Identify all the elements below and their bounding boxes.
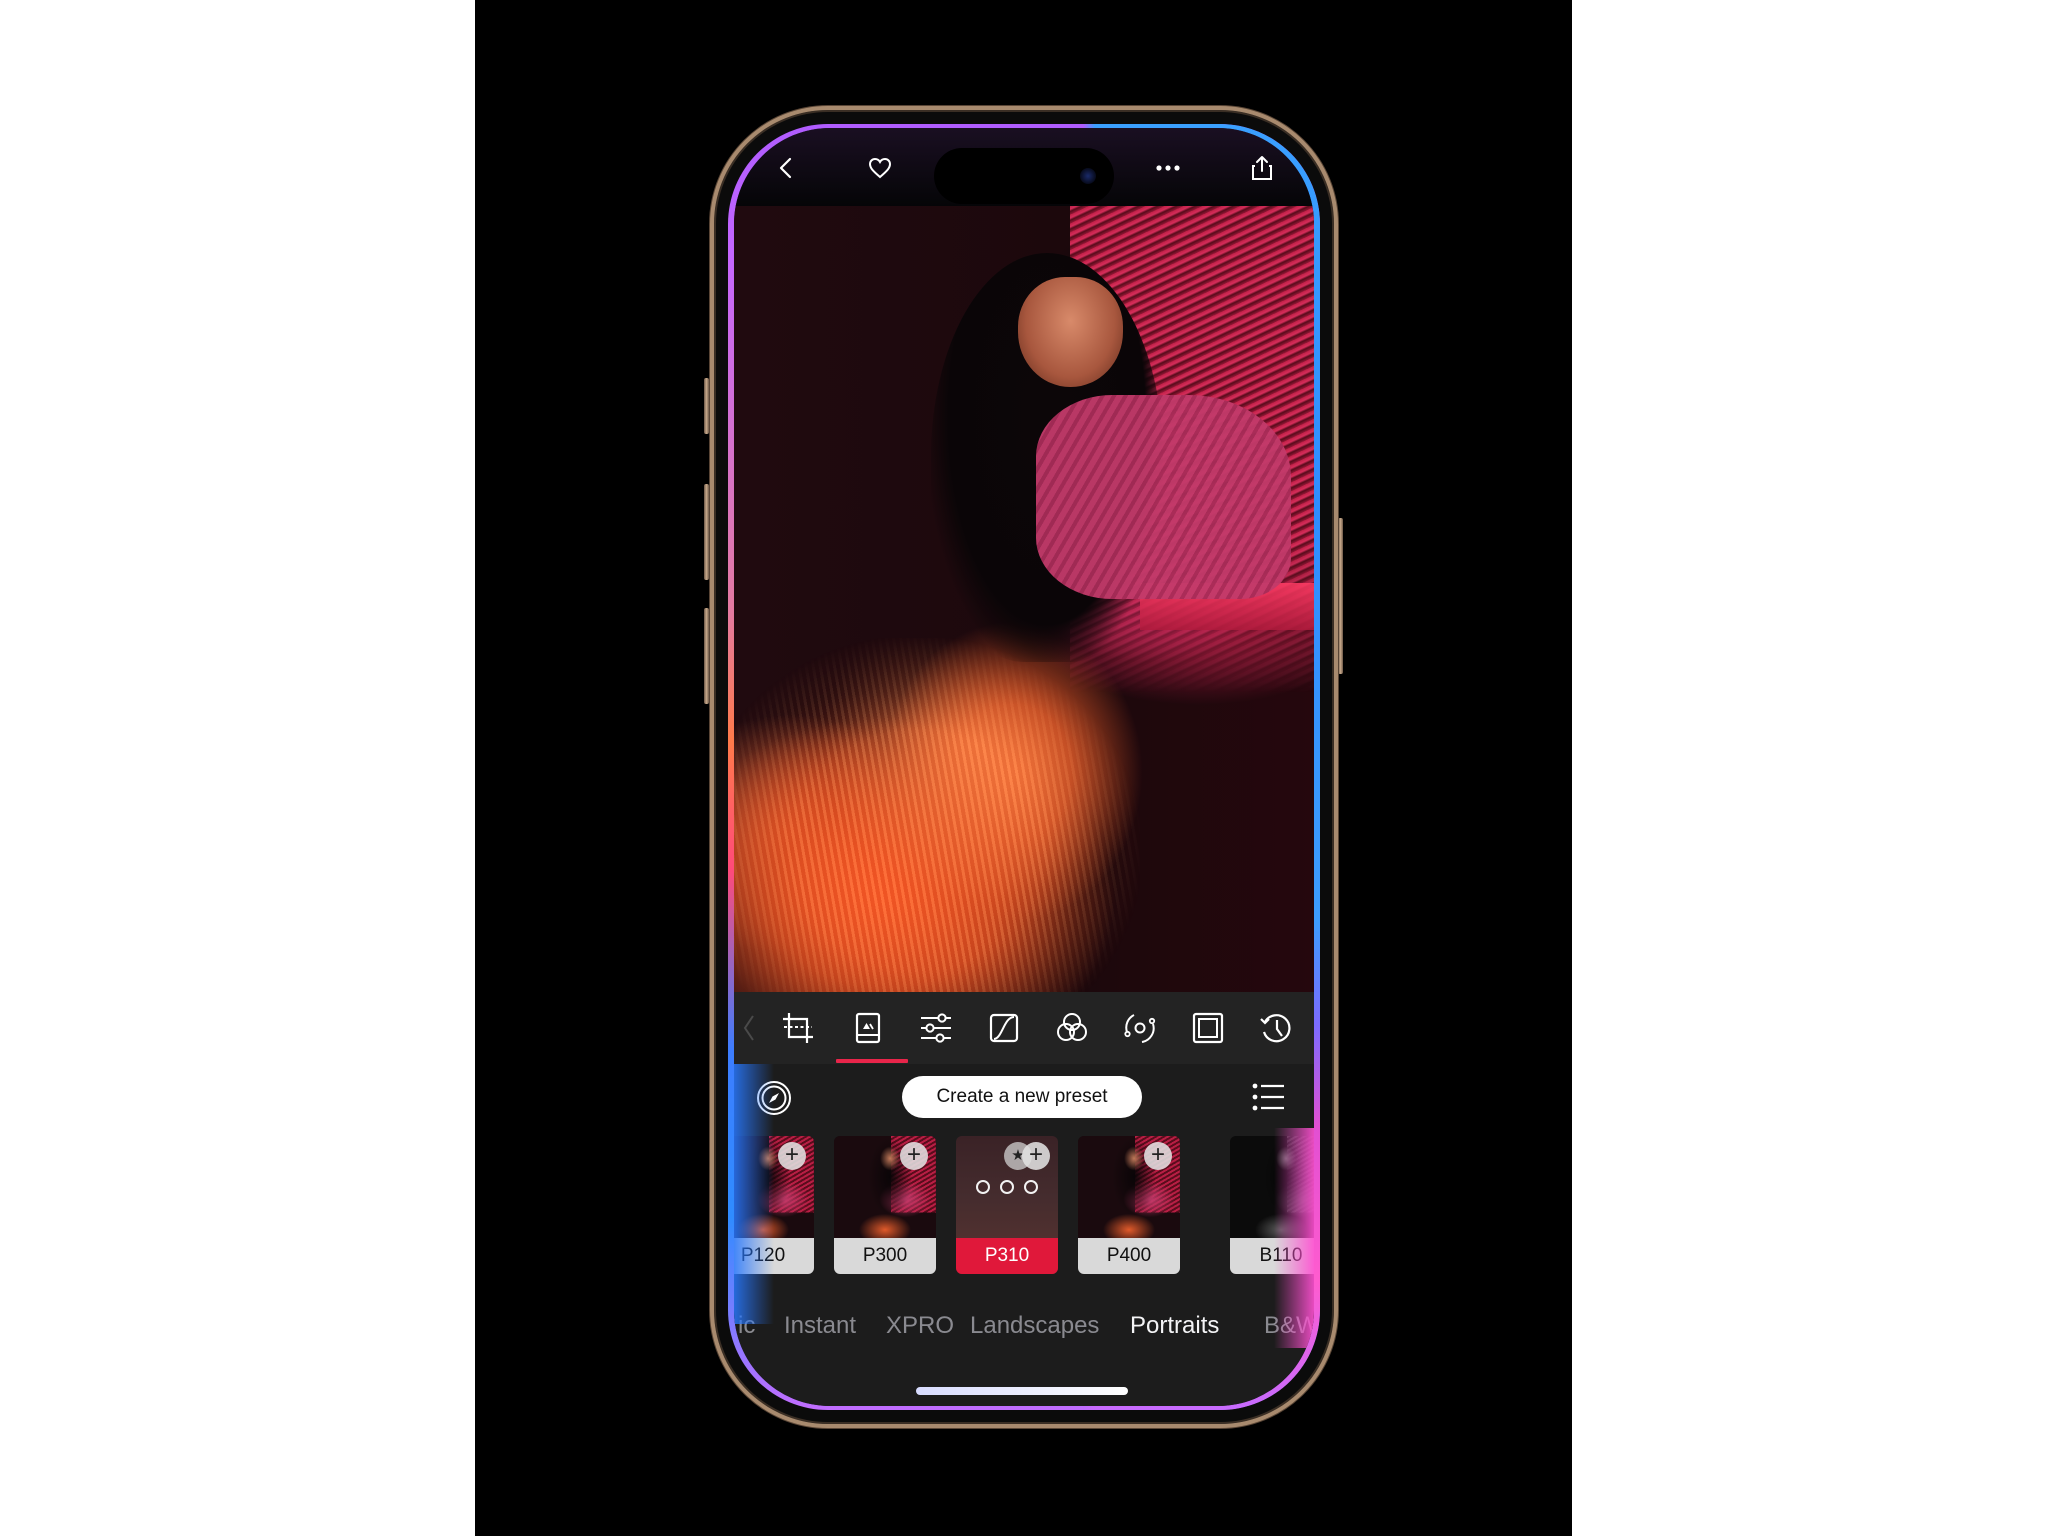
dot-icon xyxy=(1000,1180,1014,1194)
tool-history[interactable] xyxy=(1256,1008,1296,1048)
photo-subject-ruffles xyxy=(734,638,1140,992)
tool-crop[interactable] xyxy=(778,1008,818,1048)
sliders-icon xyxy=(921,1013,951,1043)
photo-presets-icon xyxy=(855,1012,881,1044)
add-preset-button[interactable]: + xyxy=(1144,1142,1172,1170)
color-circles-icon xyxy=(1057,1013,1087,1041)
share-icon xyxy=(1252,156,1272,180)
tool-adjust[interactable] xyxy=(916,1008,956,1048)
compass-icon xyxy=(757,1081,791,1115)
add-preset-button[interactable]: + xyxy=(900,1142,928,1170)
preset-label: P400 xyxy=(1078,1238,1180,1274)
tool-presets[interactable] xyxy=(848,1008,888,1048)
home-indicator[interactable] xyxy=(916,1387,1128,1395)
heart-icon xyxy=(868,157,892,179)
preset-label: P310 xyxy=(956,1238,1058,1274)
discover-button[interactable] xyxy=(756,1080,792,1116)
action-button xyxy=(704,378,709,434)
preset-options-button[interactable] xyxy=(976,1180,1038,1196)
preset-thumbnail-image xyxy=(1230,1136,1314,1238)
app-screen: Create a new preset + P120 + P300 ★ + P3… xyxy=(734,128,1314,1406)
toolbar-scroll-left[interactable] xyxy=(740,1012,758,1044)
photo-subject-face xyxy=(1018,276,1123,387)
photo-preview[interactable] xyxy=(734,206,1314,992)
preset-thumbnail[interactable]: B110 xyxy=(1230,1136,1314,1274)
history-icon xyxy=(1260,1014,1291,1043)
frame-icon xyxy=(1192,1012,1224,1044)
preset-thumbnails: + P120 + P300 ★ + P310 + P400 B110 xyxy=(734,1136,1314,1276)
tab-portraits[interactable]: Portraits xyxy=(1130,1312,1219,1340)
preset-label: P300 xyxy=(834,1238,936,1274)
more-button[interactable] xyxy=(1152,152,1184,184)
photo-subject-jacket xyxy=(1035,394,1291,599)
edit-toolbar xyxy=(734,992,1314,1064)
chevron-left-icon xyxy=(779,157,792,179)
preset-panel: Create a new preset + P120 + P300 ★ + P3… xyxy=(734,1064,1314,1406)
crop-icon xyxy=(783,1013,813,1043)
share-button[interactable] xyxy=(1246,152,1278,184)
preset-label: P120 xyxy=(734,1238,814,1274)
add-preset-button[interactable]: + xyxy=(1022,1142,1050,1170)
tool-frame[interactable] xyxy=(1188,1008,1228,1048)
preset-thumbnail[interactable]: + P120 xyxy=(734,1136,814,1274)
preset-label: B110 xyxy=(1230,1238,1314,1274)
dot-icon xyxy=(1024,1180,1038,1194)
add-preset-button[interactable]: + xyxy=(778,1142,806,1170)
preset-thumbnail-selected[interactable]: ★ + P310 xyxy=(956,1136,1058,1274)
volume-down-button xyxy=(704,608,709,704)
top-bar xyxy=(734,128,1314,206)
volume-up-button xyxy=(704,484,709,580)
tab-category[interactable]: ic xyxy=(738,1312,755,1340)
tool-curves[interactable] xyxy=(984,1008,1024,1048)
curve-icon xyxy=(989,1013,1019,1043)
preset-thumbnail[interactable]: + P400 xyxy=(1078,1136,1180,1274)
preset-category-tabs: ic Instant XPRO Landscapes Portraits B&W xyxy=(734,1312,1314,1352)
tab-xpro[interactable]: XPRO xyxy=(886,1312,954,1340)
dot-icon xyxy=(976,1180,990,1194)
orbit-icon xyxy=(1124,1014,1156,1043)
tab-landscapes[interactable]: Landscapes xyxy=(970,1312,1099,1340)
chevron-left-icon xyxy=(743,1015,754,1041)
tool-transform[interactable] xyxy=(1120,1008,1160,1048)
dynamic-island xyxy=(934,148,1114,204)
ellipsis-icon xyxy=(1156,165,1180,171)
favorite-button[interactable] xyxy=(864,152,896,184)
side-power-button xyxy=(1338,518,1343,674)
list-icon xyxy=(1252,1083,1284,1111)
back-button[interactable] xyxy=(770,152,802,184)
tab-instant[interactable]: Instant xyxy=(784,1312,856,1340)
active-tool-indicator xyxy=(836,1059,908,1063)
front-camera xyxy=(1080,168,1096,184)
preset-thumbnail[interactable]: + P300 xyxy=(834,1136,936,1274)
tool-color[interactable] xyxy=(1052,1008,1092,1048)
tab-bw[interactable]: B&W xyxy=(1264,1312,1314,1340)
preset-list-button[interactable] xyxy=(1252,1082,1286,1112)
create-preset-button[interactable]: Create a new preset xyxy=(902,1076,1142,1118)
